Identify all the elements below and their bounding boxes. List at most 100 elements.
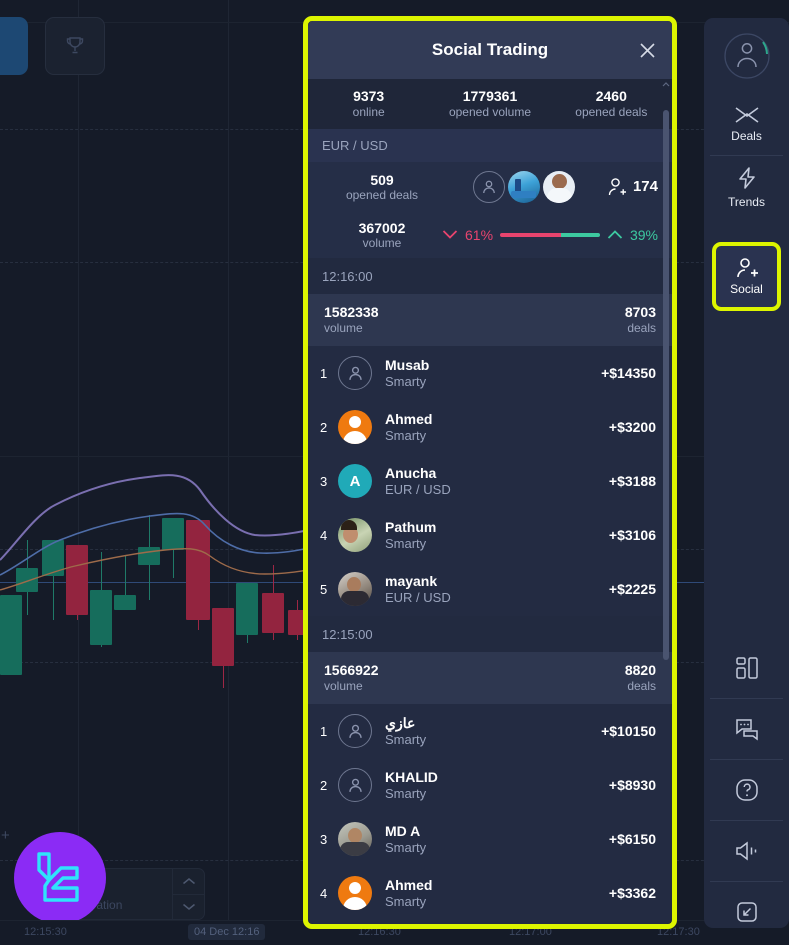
chevron-up-icon xyxy=(182,877,195,884)
trader-name: MD A xyxy=(385,822,421,839)
trader-info: Pathum Smarty xyxy=(385,519,609,552)
sidebar-item-label: Social xyxy=(730,282,763,296)
pair-summary-row: 509 opened deals 174 xyxy=(308,162,672,211)
speaker-icon xyxy=(735,841,756,861)
trader-amount: +$3106 xyxy=(608,527,656,543)
time-tick: 12:17:00 xyxy=(509,926,552,938)
time-tick: 12:16:30 xyxy=(358,926,401,938)
table-row[interactable]: 1 Musab Smarty +$14350 xyxy=(308,346,672,400)
lightning-icon xyxy=(738,166,755,189)
stat-label: volume xyxy=(324,679,363,693)
close-button[interactable] xyxy=(635,38,659,62)
avatar xyxy=(338,572,372,606)
sidebar-item-widgets[interactable] xyxy=(704,638,789,698)
table-row[interactable]: 3 A Anucha EUR / USD +$3188 xyxy=(308,454,672,508)
trader-subtitle: Smarty xyxy=(385,535,427,551)
chevron-down-icon xyxy=(442,230,458,239)
avatar[interactable] xyxy=(508,170,541,203)
sidebar-item-chat[interactable] xyxy=(704,699,789,759)
tab-tournaments[interactable] xyxy=(45,17,105,75)
pair-volume-row: 367002 volume 61% 39% xyxy=(308,211,672,258)
sidebar-bottom-group xyxy=(704,638,789,942)
time-tick-current: 04 Dec 12:16 xyxy=(188,924,266,940)
avatar[interactable] xyxy=(543,170,576,203)
table-row[interactable]: 3 MD A Smarty +$6150 xyxy=(308,812,672,866)
user-avatar-button[interactable] xyxy=(704,18,789,93)
tab-active-chart[interactable] xyxy=(0,17,28,75)
sidebar-item-trends[interactable]: Trends xyxy=(704,156,789,218)
trader-subtitle: Smarty xyxy=(385,785,427,801)
trader-info: Ahmed Smarty xyxy=(385,411,609,444)
avatar-placeholder[interactable] xyxy=(473,170,506,203)
stat-label: volume xyxy=(324,321,363,335)
trader-avatar-strip[interactable] xyxy=(442,170,607,203)
scrollbar-thumb[interactable] xyxy=(663,110,669,660)
panel-scrollbar[interactable] xyxy=(662,80,670,918)
trader-amount: +$3200 xyxy=(608,419,656,435)
sidebar-item-social[interactable]: Social xyxy=(716,246,777,307)
asset-pair-row[interactable]: EUR / USD xyxy=(308,129,672,162)
chevron-down-icon xyxy=(182,904,195,911)
sidebar-item-fullscreen[interactable] xyxy=(704,882,789,942)
scroll-up-arrow[interactable] xyxy=(662,80,670,88)
stat-label: opened deals xyxy=(575,105,648,119)
table-row[interactable]: 5 mayank EUR / USD +$2225 xyxy=(308,562,672,616)
stat-value: 1566922 xyxy=(324,662,379,678)
trader-amount: +$14350 xyxy=(601,365,656,381)
trader-info: MD A Smarty xyxy=(385,823,609,856)
trader-rank: 3 xyxy=(320,473,328,489)
stat-online: 9373 online xyxy=(308,88,429,120)
table-row[interactable]: 1 عازي Smarty +$10150 xyxy=(308,704,672,758)
section-volume: 1566922 volume xyxy=(324,662,379,694)
trader-subtitle: Smarty xyxy=(385,373,427,389)
trader-info: Musab Smarty xyxy=(385,357,601,390)
table-row[interactable]: 4 Pathum Smarty +$3106 xyxy=(308,508,672,562)
fullscreen-icon xyxy=(736,902,757,922)
sidebar-item-deals[interactable]: Deals xyxy=(704,93,789,155)
trader-amount: +$10150 xyxy=(601,723,656,739)
followers-value: 174 xyxy=(632,178,658,195)
trader-info: Anucha EUR / USD xyxy=(385,465,609,498)
trader-amount: +$6150 xyxy=(608,831,656,847)
trader-subtitle: EUR / USD xyxy=(385,481,451,497)
trader-rank: 3 xyxy=(320,831,328,847)
avatar xyxy=(338,822,372,856)
duration-increase-button[interactable] xyxy=(173,869,204,894)
add-indicator-icon[interactable]: + xyxy=(1,827,10,844)
duration-decrease-button[interactable] xyxy=(173,893,204,920)
table-row[interactable]: 4 Ahmed Smarty +$3362 xyxy=(308,866,672,920)
chevron-up-icon xyxy=(607,230,623,239)
close-icon xyxy=(639,42,655,58)
sentiment-bar-up xyxy=(561,232,600,237)
section-deals: 8820 deals xyxy=(625,662,656,694)
trader-name: Pathum xyxy=(385,518,437,535)
trader-rank: 4 xyxy=(320,527,328,543)
table-row[interactable]: 2 KHALID Smarty +$8930 xyxy=(308,758,672,812)
section-totals-row: 1566922 volume 8820 deals xyxy=(308,652,672,704)
stat-value: 367002 xyxy=(358,219,406,236)
trader-info: عازي Smarty xyxy=(385,715,601,748)
brand-mark-icon xyxy=(37,852,79,902)
sidebar-item-help[interactable] xyxy=(704,760,789,820)
trader-info: mayank EUR / USD xyxy=(385,573,609,606)
panel-header: Social Trading xyxy=(308,21,672,79)
right-sidebar: Deals Trends Social xyxy=(704,18,789,928)
sentiment-bar-down xyxy=(500,232,561,237)
stat-value: 8820 xyxy=(624,662,656,678)
sidebar-item-sound[interactable] xyxy=(704,821,789,881)
avatar xyxy=(338,356,372,390)
chat-bubble-icon xyxy=(735,719,758,741)
page-title: Social Trading xyxy=(431,40,549,59)
asset-pair-label: EUR / USD xyxy=(322,138,388,153)
table-row[interactable]: 2 Ahmed Smarty +$3200 xyxy=(308,400,672,454)
trader-rank: 1 xyxy=(320,723,328,739)
avatar xyxy=(338,768,372,802)
stat-opened-deals: 2460 opened deals xyxy=(551,88,672,120)
person-add-icon xyxy=(736,258,758,278)
sidebar-item-label: Trends xyxy=(728,194,765,209)
trader-name: mayank xyxy=(385,572,438,589)
trader-subtitle: Smarty xyxy=(385,839,427,855)
moving-average-lines xyxy=(0,474,320,591)
person-icon xyxy=(483,180,496,193)
section-deals: 8703 deals xyxy=(625,304,656,336)
